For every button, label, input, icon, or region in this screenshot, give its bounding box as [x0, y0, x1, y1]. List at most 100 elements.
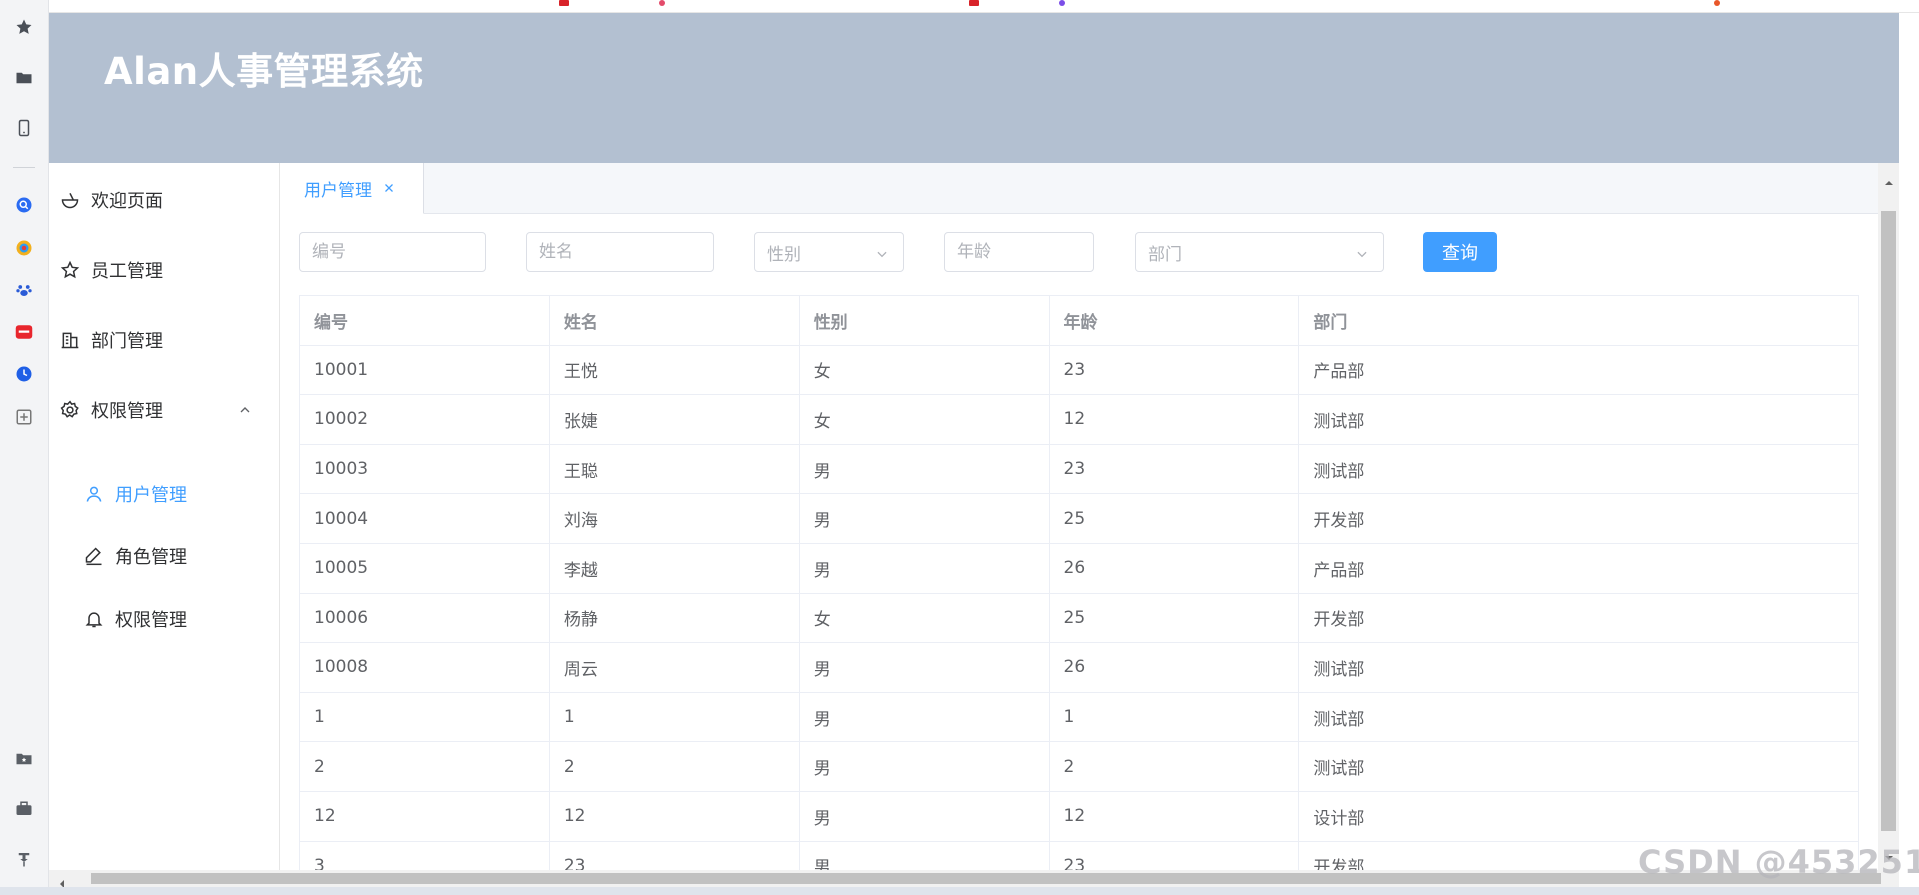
table-cell: 李越 [550, 543, 800, 593]
column-header[interactable]: 性别 [800, 296, 1050, 345]
table-cell: 10001 [300, 345, 550, 395]
sidebar-item-label: 用户管理 [115, 485, 187, 506]
bookmark-icon[interactable] [969, 0, 979, 6]
vertical-scrollbar[interactable] [1878, 163, 1899, 870]
table-cell: 测试部 [1299, 742, 1860, 791]
table-cell: 1 [1050, 692, 1300, 742]
sidebar-item-label: 部门管理 [91, 331, 163, 352]
horizontal-scrollbar[interactable] [49, 870, 1899, 888]
table-cell: 男 [800, 791, 1050, 841]
user-icon [83, 483, 105, 505]
id-search-input[interactable] [299, 232, 486, 272]
table-cell: 23 [1050, 345, 1300, 395]
sidebar-item-welcome[interactable]: 欢迎页面 [49, 172, 279, 228]
bookmark-icon[interactable] [1714, 0, 1720, 6]
table-cell: 23 [1050, 444, 1300, 494]
app-header: Alan人事管理系统 [49, 13, 1899, 163]
bookmark-icon[interactable] [659, 0, 665, 6]
vertical-scroll-thumb[interactable] [1881, 211, 1896, 831]
table-cell: 杨静 [550, 593, 800, 643]
table-cell: 女 [800, 395, 1050, 444]
table-cell: 10004 [300, 494, 550, 543]
watermark: CSDN @453251 [1638, 843, 1919, 881]
chevron-down-icon [875, 246, 889, 260]
scroll-left-arrow-icon[interactable] [57, 874, 67, 888]
strip-divider [13, 167, 35, 168]
table-cell: 男 [800, 692, 1050, 742]
bowl-icon [59, 189, 81, 211]
sidebar-subitem-roles[interactable]: 角色管理 [49, 528, 279, 584]
sidebar-subitem-permissions[interactable]: 权限管理 [49, 591, 279, 647]
table-body: 10001 王悦女 23 产品部 10002 张婕女 12 测试部 10003 王聪男 23 测试部 1… [300, 345, 1860, 870]
app-title: Alan人事管理系统 [104, 50, 424, 93]
table-cell: 开发部 [1299, 494, 1860, 543]
table-header-row: 编号 姓名 性别 年龄 部门 [300, 296, 1860, 346]
query-button[interactable]: 查询 [1423, 232, 1497, 272]
table-cell: 25 [1050, 494, 1300, 543]
table-cell: 王聪 [550, 444, 800, 494]
table-row[interactable]: 2 2 男 2 测试部 [300, 742, 1860, 792]
table-cell: 2 [300, 742, 550, 791]
table-row[interactable]: 10002 张婕女 12 测试部 [300, 395, 1860, 445]
table-cell: 2 [1050, 742, 1300, 791]
horizontal-scroll-thumb[interactable] [91, 873, 1881, 884]
table-row[interactable]: 10001 王悦女 23 产品部 [300, 345, 1860, 396]
column-header[interactable]: 部门 [1299, 296, 1860, 345]
sidebar-item-employees[interactable]: 员工管理 [49, 242, 279, 298]
add-panel-icon[interactable] [14, 407, 34, 427]
folder-icon[interactable] [14, 68, 34, 88]
column-header[interactable]: 编号 [300, 296, 550, 345]
table-row[interactable]: 10003 王聪男 23 测试部 [300, 444, 1860, 495]
favorites-star-icon[interactable] [14, 17, 34, 37]
browser-app-icon[interactable] [14, 238, 34, 258]
chevron-down-icon [1355, 246, 1369, 260]
starred-folder-icon[interactable] [14, 749, 34, 769]
table-row[interactable]: 3 23 男 23 开发部 [300, 841, 1860, 870]
table-cell: 女 [800, 345, 1050, 395]
paw-icon[interactable] [14, 280, 34, 300]
briefcase-icon[interactable] [14, 799, 34, 819]
table-cell: 男 [800, 742, 1050, 791]
table-cell: 男 [800, 543, 1050, 593]
bookmark-icon[interactable] [559, 0, 569, 6]
sidebar-item-permissions[interactable]: 权限管理 [49, 382, 279, 438]
building-icon [59, 329, 81, 351]
sidebar-subitem-users[interactable]: 用户管理 [49, 466, 279, 522]
table-cell: 周云 [550, 643, 800, 692]
sidebar-item-departments[interactable]: 部门管理 [49, 312, 279, 368]
chevron-up-icon[interactable] [237, 402, 253, 418]
pencil-icon [83, 545, 105, 567]
search-app-icon[interactable] [14, 195, 34, 215]
column-header[interactable]: 年龄 [1050, 296, 1300, 345]
window-bottom-edge [0, 887, 1919, 895]
table-cell: 男 [800, 841, 1050, 870]
bookmarks-bar [49, 0, 1919, 13]
name-search-input[interactable] [526, 232, 714, 272]
table-cell: 产品部 [1299, 345, 1860, 395]
table-row[interactable]: 1 1 男 1 测试部 [300, 692, 1860, 743]
table-cell: 男 [800, 444, 1050, 494]
table-row[interactable]: 10005 李越男 26 产品部 [300, 543, 1860, 594]
department-select[interactable]: 部门 [1135, 232, 1384, 272]
mobile-icon[interactable] [14, 118, 34, 138]
table-cell: 张婕 [550, 395, 800, 444]
red-app-icon[interactable] [14, 322, 34, 342]
column-header[interactable]: 姓名 [550, 296, 800, 345]
scroll-up-arrow-icon[interactable] [1884, 173, 1894, 185]
table-cell: 男 [800, 494, 1050, 543]
table-row[interactable]: 12 12 男 12 设计部 [300, 791, 1860, 842]
table-cell: 10002 [300, 395, 550, 444]
tab-user-management[interactable]: 用户管理 [280, 163, 424, 214]
main-content: 用户管理 性别 部门 查询 编号 姓名 性别 [280, 163, 1878, 870]
table-cell: 3 [300, 841, 550, 870]
bookmark-icon[interactable] [1059, 0, 1065, 6]
table-row[interactable]: 10004 刘海男 25 开发部 [300, 494, 1860, 544]
close-icon[interactable] [382, 181, 396, 195]
table-row[interactable]: 10006 杨静女 25 开发部 [300, 593, 1860, 644]
table-row[interactable]: 10008 周云男 26 测试部 [300, 643, 1860, 693]
gender-select[interactable]: 性别 [754, 232, 904, 272]
pin-icon[interactable] [14, 849, 34, 869]
age-search-input[interactable] [944, 232, 1094, 272]
clock-icon[interactable] [14, 364, 34, 384]
tab-label: 用户管理 [304, 180, 372, 201]
